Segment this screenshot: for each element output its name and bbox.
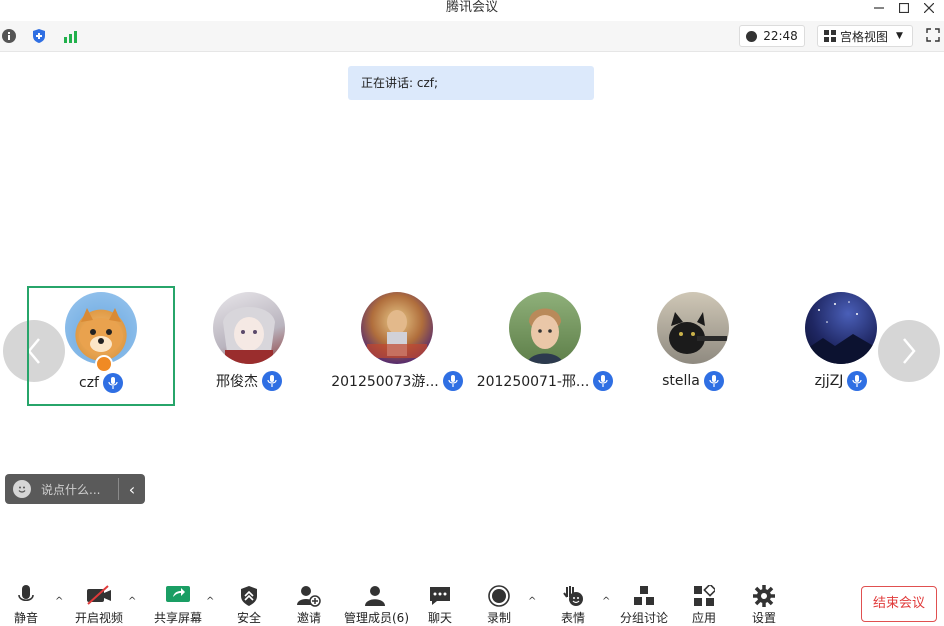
avatar (213, 292, 285, 364)
members-icon (365, 586, 385, 606)
mute-options-caret-icon[interactable]: ^ (55, 596, 63, 607)
emoji-icon (563, 586, 583, 606)
participant-tile[interactable]: czf (27, 286, 175, 406)
apps-icon (694, 585, 715, 606)
security-button[interactable]: 安全 (219, 583, 279, 625)
avatar (805, 292, 877, 364)
close-icon (924, 3, 934, 13)
host-badge-icon (95, 355, 113, 373)
reactions-options-caret-icon[interactable]: ^ (602, 596, 610, 607)
avatar (509, 292, 581, 364)
apps-label: 应用 (691, 611, 716, 625)
clock-icon (746, 30, 758, 42)
breakout-rooms-label: 分组讨论 (619, 611, 668, 625)
chat-label: 聊天 (427, 611, 452, 625)
participant-name: 201250073游... (331, 374, 439, 390)
maximize-button[interactable] (893, 0, 915, 16)
participant-tile[interactable]: zjjZJ (767, 290, 915, 410)
settings-button[interactable]: 设置 (734, 583, 794, 625)
top-bar: 22:48 宫格视图 ▼ (0, 21, 944, 52)
collapse-chevron-icon[interactable]: ‹ (119, 480, 145, 499)
participant-name: czf (79, 375, 99, 391)
reactions-button[interactable]: 表情 (543, 583, 603, 625)
close-button[interactable] (918, 0, 940, 16)
breakout-icon (634, 586, 654, 605)
participant-tile[interactable]: 201250073游... (323, 290, 471, 410)
gear-icon (753, 585, 775, 607)
microphone-icon (442, 371, 463, 391)
microphone-icon (847, 371, 868, 391)
mute-button[interactable]: 静音 (0, 583, 56, 625)
anime-avatar-icon (223, 307, 275, 364)
cat-avatar-icon (669, 312, 727, 354)
settings-label: 设置 (751, 611, 776, 625)
info-icon[interactable] (0, 27, 18, 45)
avatar (65, 292, 137, 364)
participant-name: 201250071-邢... (476, 374, 590, 390)
apps-button[interactable]: 应用 (674, 583, 734, 625)
video-options-caret-icon[interactable]: ^ (128, 596, 136, 607)
record-options-caret-icon[interactable]: ^ (528, 596, 536, 607)
participant-name: zjjZJ (814, 373, 844, 389)
security-shield-icon[interactable] (30, 27, 48, 45)
record-button[interactable]: 录制 (469, 583, 529, 625)
video-button[interactable]: 开启视频 (69, 583, 129, 625)
invite-label: 邀请 (296, 611, 321, 625)
microphone-icon (262, 371, 282, 391)
meeting-time-text: 22:48 (763, 29, 798, 43)
security-label: 安全 (236, 611, 261, 625)
chat-button[interactable]: 聊天 (410, 583, 470, 625)
microphone-icon (593, 371, 614, 391)
chat-icon (430, 587, 450, 605)
record-icon (488, 585, 510, 607)
share-screen-button[interactable]: 共享屏幕 (148, 583, 208, 625)
participant-name: stella (662, 373, 700, 389)
dog-avatar-icon (79, 308, 123, 354)
chat-quick-input[interactable]: 说点什么... ‹ (5, 474, 145, 504)
share-options-caret-icon[interactable]: ^ (206, 596, 214, 607)
microphone-icon (703, 371, 724, 391)
microphone-icon (18, 585, 34, 602)
participant-tile[interactable]: 201250071-邢... (471, 290, 619, 410)
chat-placeholder[interactable]: 说点什么... (41, 481, 100, 498)
end-meeting-button[interactable]: 结束会议 (861, 586, 937, 622)
emoji-icon[interactable] (13, 480, 31, 498)
avatar (657, 292, 729, 364)
night-sky-avatar-icon (805, 301, 877, 364)
manage-members-button[interactable]: 管理成员(6) (344, 583, 409, 625)
grid-view-label: 宫格视图 (840, 29, 889, 44)
colorful-avatar-icon (367, 310, 427, 358)
meeting-time[interactable]: 22:48 (739, 25, 805, 47)
speaking-indicator: 正在讲话: czf; (348, 66, 594, 100)
minimize-button[interactable] (868, 0, 890, 16)
grid-view-button[interactable]: 宫格视图 ▼ (817, 25, 913, 47)
person-avatar-icon (527, 308, 563, 364)
record-label: 录制 (486, 611, 511, 625)
avatar (361, 292, 433, 364)
minimize-icon (874, 7, 884, 9)
fullscreen-icon[interactable] (926, 28, 940, 42)
camera-off-icon (87, 585, 111, 605)
invite-button[interactable]: 邀请 (279, 583, 339, 625)
invite-icon (297, 586, 321, 607)
share-screen-icon (166, 586, 190, 602)
grid-view-icon (824, 30, 836, 42)
video-label: 开启视频 (74, 611, 123, 625)
shield-icon (241, 586, 257, 606)
microphone-icon (102, 373, 123, 393)
participant-tile[interactable]: 邢俊杰 (175, 290, 323, 410)
manage-members-label: 管理成员(6) (344, 611, 409, 625)
window-title: 腾讯会议 (445, 0, 498, 15)
reactions-label: 表情 (560, 611, 585, 625)
maximize-icon (899, 3, 909, 13)
participant-tile[interactable]: stella (619, 290, 767, 410)
breakout-rooms-button[interactable]: 分组讨论 (614, 583, 674, 625)
signal-icon[interactable] (61, 27, 79, 45)
share-screen-label: 共享屏幕 (153, 611, 202, 625)
mute-label: 静音 (13, 611, 38, 625)
title-bar: 腾讯会议 (0, 0, 944, 20)
caret-down-icon: ▼ (896, 31, 903, 41)
bottom-toolbar: 静音 ^ 开启视频 ^ 共享屏幕 ^ 安全 邀请 管理成员(6) 聊天 录制 ^… (0, 578, 944, 625)
participant-name: 邢俊杰 (216, 374, 258, 390)
